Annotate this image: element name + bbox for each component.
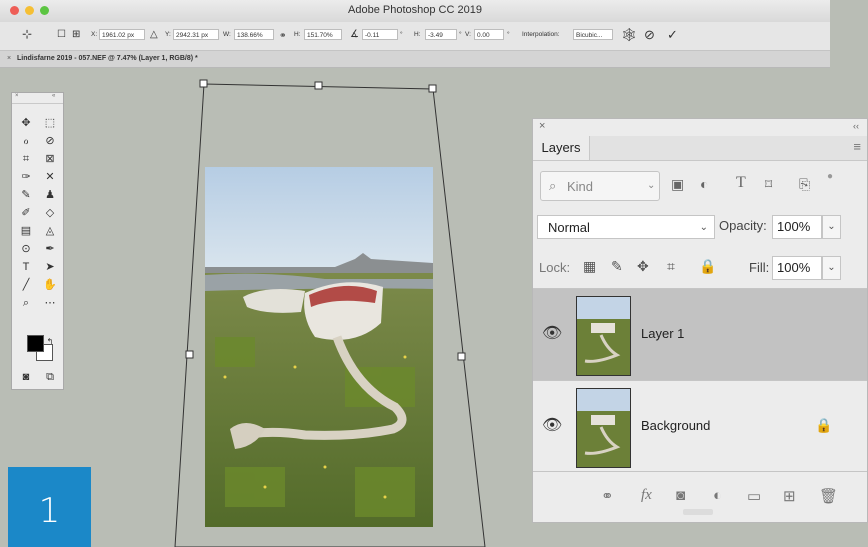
blur-tool-icon[interactable]: ◬ bbox=[39, 223, 61, 240]
dodge-tool-icon[interactable]: ⊙ bbox=[15, 241, 37, 258]
layers-panel: × ‹‹ Layers ≡ ⌕ Kind ⌄ ▣ ◐ T ⌑ ⎘ ● Norma… bbox=[532, 118, 868, 523]
lock-position-icon[interactable]: ✥ bbox=[637, 258, 649, 275]
line-tool-icon[interactable]: ╱ bbox=[15, 277, 37, 294]
search-icon: ⌕ bbox=[549, 178, 557, 193]
move-tool-icon[interactable]: ✥ bbox=[15, 115, 37, 132]
layers-panel-tabbar: Layers ≡ bbox=[533, 136, 867, 161]
screen-mode-icon[interactable]: ⧉ bbox=[39, 369, 61, 386]
filter-smart-object-icon[interactable]: ⎘ bbox=[799, 176, 810, 193]
lasso-tool-icon[interactable]: ℴ bbox=[15, 133, 37, 150]
layer-name: Layer 1 bbox=[641, 326, 685, 341]
link-layers-icon[interactable]: ⚭ bbox=[601, 487, 614, 505]
opacity-field[interactable]: 100% bbox=[772, 215, 822, 239]
panel-resize-handle[interactable] bbox=[683, 509, 713, 515]
close-icon[interactable]: × bbox=[539, 120, 545, 132]
more-tools-icon[interactable]: ⋯ bbox=[39, 295, 61, 312]
new-adjustment-layer-icon[interactable]: ◐ bbox=[713, 487, 722, 504]
filter-type-icon[interactable]: T bbox=[736, 174, 746, 192]
pen-tool-icon[interactable]: ✒ bbox=[39, 241, 61, 258]
lock-transparent-icon[interactable]: ▦ bbox=[583, 258, 596, 275]
layer-name: Background bbox=[641, 418, 711, 433]
quick-mask-icon[interactable]: ◙ bbox=[15, 369, 37, 386]
fill-field[interactable]: 100% bbox=[772, 256, 822, 280]
canvas-photo bbox=[205, 167, 433, 527]
transform-handle-top bbox=[314, 81, 323, 90]
fill-dropdown-button[interactable]: ⌄ bbox=[822, 256, 841, 280]
add-mask-icon[interactable]: ◙ bbox=[676, 487, 685, 504]
transform-handle-top-right bbox=[428, 84, 437, 93]
transform-handle-top-left bbox=[199, 79, 208, 88]
step-badge: 1 bbox=[8, 467, 91, 547]
filter-pixel-icon[interactable]: ▣ bbox=[671, 176, 684, 193]
layer-row-layer-1[interactable]: 👁 Layer 1 bbox=[533, 288, 867, 380]
blend-mode-value: Normal bbox=[548, 220, 590, 235]
layer-row-background[interactable]: 👁 Background 🔒 bbox=[533, 380, 867, 472]
lock-artboard-icon[interactable]: ⌗ bbox=[667, 258, 675, 275]
layer-thumbnail bbox=[576, 296, 631, 376]
eye-icon[interactable]: 👁 bbox=[542, 323, 562, 343]
gradient-tool-icon[interactable]: ▤ bbox=[15, 223, 37, 240]
opacity-dropdown-button[interactable]: ⌄ bbox=[822, 215, 841, 239]
type-tool-icon[interactable]: T bbox=[15, 259, 37, 276]
lock-all-icon[interactable]: 🔒 bbox=[699, 258, 716, 275]
frame-tool-icon[interactable]: ⊠ bbox=[39, 151, 61, 168]
filter-kind-label: Kind bbox=[567, 179, 594, 194]
path-select-tool-icon[interactable]: ➤ bbox=[39, 259, 61, 276]
quick-select-tool-icon[interactable]: ⊘ bbox=[39, 133, 61, 150]
blend-mode-select[interactable]: Normal ⌄ bbox=[537, 215, 715, 239]
filter-shape-icon[interactable]: ⌑ bbox=[765, 176, 772, 193]
lock-label: Lock: bbox=[539, 260, 571, 275]
lock-image-icon[interactable]: ✎ bbox=[611, 258, 623, 275]
tab-layers[interactable]: Layers bbox=[533, 136, 590, 160]
filter-adjustment-icon[interactable]: ◐ bbox=[700, 176, 708, 192]
opacity-label: Opacity: bbox=[719, 218, 767, 233]
history-brush-tool-icon[interactable]: ✐ bbox=[15, 205, 37, 222]
filter-toggle-icon[interactable]: ● bbox=[827, 171, 833, 182]
layers-panel-topbar: × ‹‹ bbox=[533, 119, 868, 136]
brush-tool-icon[interactable]: ✎ bbox=[15, 187, 37, 204]
new-layer-icon[interactable]: ⊞ bbox=[783, 487, 796, 505]
transform-handle-right bbox=[457, 352, 466, 361]
transform-handle-left bbox=[185, 350, 194, 359]
hand-tool-icon[interactable]: ✋ bbox=[39, 277, 61, 294]
close-icon[interactable]: × bbox=[15, 93, 19, 99]
layer-thumbnail bbox=[576, 388, 631, 468]
filter-kind-select[interactable]: ⌕ Kind ⌄ bbox=[540, 171, 660, 201]
chevron-down-icon: ⌄ bbox=[647, 180, 656, 191]
add-layer-style-icon[interactable]: fx bbox=[641, 487, 652, 504]
lock-icon: 🔒 bbox=[815, 417, 833, 433]
eyedropper-tool-icon[interactable]: ✑ bbox=[15, 169, 37, 186]
stamp-tool-icon[interactable]: ♟ bbox=[39, 187, 61, 204]
swap-colors-icon[interactable]: ↰ bbox=[39, 333, 61, 350]
tools-panel-header[interactable]: × « bbox=[12, 93, 63, 104]
new-group-icon[interactable]: ▭ bbox=[747, 487, 761, 505]
tools-panel: × « ✥ ⬚ ℴ ⊘ ⌗ ⊠ ✑ ✕ ✎ ♟ ✐ ◇ ▤ ◬ ⊙ ✒ T ➤ … bbox=[11, 92, 64, 390]
eraser-tool-icon[interactable]: ◇ bbox=[39, 205, 61, 222]
zoom-tool-icon[interactable]: ⌕ bbox=[15, 295, 37, 312]
collapse-icon[interactable]: ‹‹ bbox=[853, 121, 859, 131]
eye-icon[interactable]: 👁 bbox=[542, 415, 562, 435]
delete-layer-icon[interactable]: 🗑 bbox=[819, 487, 838, 505]
chevron-down-icon: ⌄ bbox=[699, 222, 708, 233]
step-number: 1 bbox=[38, 491, 61, 531]
expand-icon[interactable]: « bbox=[52, 93, 55, 99]
crop-tool-icon[interactable]: ⌗ bbox=[15, 151, 37, 168]
panel-menu-icon[interactable]: ≡ bbox=[853, 139, 861, 154]
healing-tool-icon[interactable]: ✕ bbox=[39, 169, 61, 186]
fill-label: Fill: bbox=[749, 260, 770, 275]
marquee-tool-icon[interactable]: ⬚ bbox=[39, 115, 61, 132]
